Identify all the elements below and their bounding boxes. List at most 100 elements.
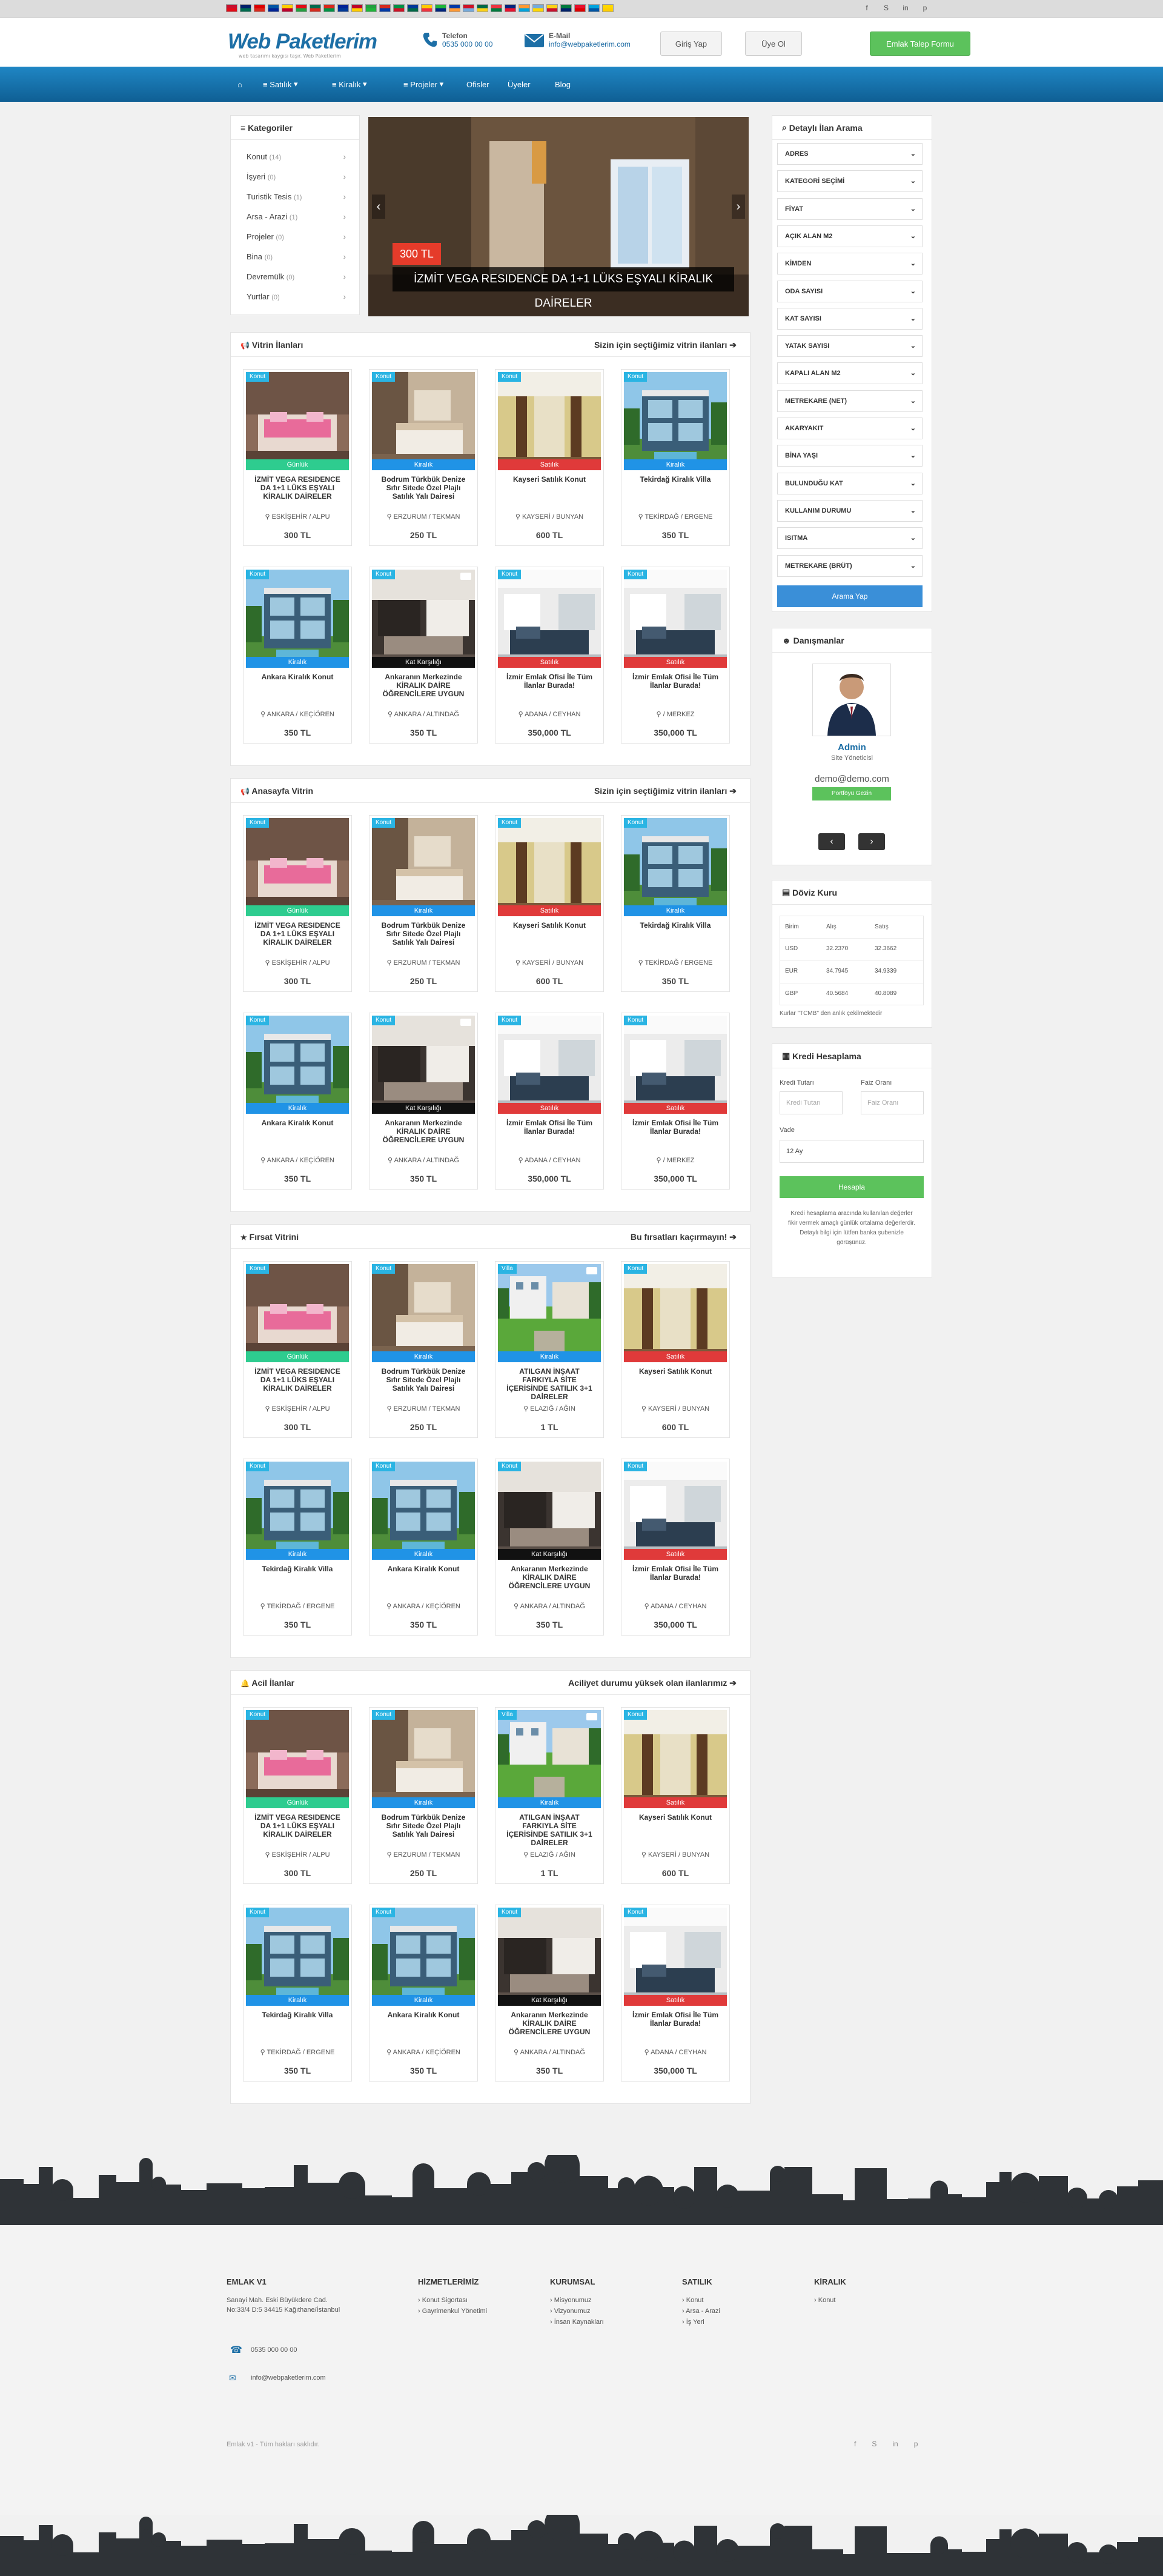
listing-photo[interactable] xyxy=(624,1908,727,2006)
listing-title[interactable]: Ankaranın Merkezinde KİRALIK DAİRE ÖĞREN… xyxy=(502,2011,597,2036)
listing-title[interactable]: Kayseri Satılık Konut xyxy=(628,1367,723,1376)
category-item[interactable]: Projeler (0) › xyxy=(247,232,346,241)
listing-title[interactable]: Kayseri Satılık Konut xyxy=(628,1813,723,1822)
footer-link[interactable]: › Konut xyxy=(814,2297,835,2304)
advisor-prev-icon[interactable]: ‹ xyxy=(818,833,845,850)
listing-photo[interactable] xyxy=(246,1264,349,1362)
listing-card[interactable]: Konut Satılık Kayseri Satılık Konut ⚲ KA… xyxy=(495,815,604,992)
listing-photo[interactable] xyxy=(624,372,727,470)
section-link[interactable]: Aciliyet durumu yüksek olan ilanlarımız … xyxy=(568,1678,737,1688)
term-select[interactable]: 12 Ay xyxy=(780,1140,924,1163)
listing-title[interactable]: Ankara Kiralık Konut xyxy=(250,673,345,681)
listing-title[interactable]: Ankaranın Merkezinde KİRALIK DAİRE ÖĞREN… xyxy=(502,1565,597,1590)
listing-title[interactable]: İzmir Emlak Ofisi İle Tüm İlanlar Burada… xyxy=(628,1119,723,1136)
listing-title[interactable]: İzmir Emlak Ofisi İle Tüm İlanlar Burada… xyxy=(502,1119,597,1136)
footer-pinterest-icon[interactable]: p xyxy=(914,2440,918,2448)
listing-card[interactable]: Konut Kiralık Tekirdağ Kiralık Villa ⚲ T… xyxy=(243,1459,352,1636)
search-filter-toggle[interactable]: KULLANIM DURUMU ⌄ xyxy=(777,499,923,522)
rate-input[interactable]: Faiz Oranı xyxy=(861,1091,924,1114)
listing-card[interactable]: Konut Satılık İzmir Emlak Ofisi İle Tüm … xyxy=(495,567,604,744)
footer-link[interactable]: › Gayrimenkul Yönetimi xyxy=(418,2308,487,2315)
listing-photo[interactable] xyxy=(498,570,601,668)
listing-title[interactable]: ATILGAN İNŞAAT FARKIYLA SİTE İÇERİSİNDE … xyxy=(502,1813,597,1847)
language-flag-icon[interactable] xyxy=(546,4,558,12)
listing-photo[interactable] xyxy=(246,1462,349,1560)
search-filter-toggle[interactable]: BİNA YAŞI ⌄ xyxy=(777,445,923,467)
footer-link[interactable]: › İnsan Kaynakları xyxy=(550,2318,604,2326)
language-flag-icon[interactable] xyxy=(435,4,446,12)
listing-card[interactable]: Konut Kiralık Bodrum Türkbük Denize Sıfı… xyxy=(369,815,478,992)
nav-uyeler[interactable]: Üyeler xyxy=(502,67,537,102)
nav-kiralik[interactable]: ≡ Kiralık ▾ xyxy=(326,67,373,102)
language-flag-icon[interactable] xyxy=(407,4,419,12)
listing-photo[interactable] xyxy=(372,1710,475,1808)
listing-title[interactable]: Ankaranın Merkezinde KİRALIK DAİRE ÖĞREN… xyxy=(376,1119,471,1144)
listing-title[interactable]: Tekirdağ Kiralık Villa xyxy=(628,475,723,484)
listing-card[interactable]: Konut Kat Karşılığı Ankaranın Merkezinde… xyxy=(369,1013,478,1190)
login-button[interactable]: Giriş Yap xyxy=(660,32,722,56)
footer-link[interactable]: › Konut Sigortası xyxy=(418,2297,468,2304)
listing-title[interactable]: Kayseri Satılık Konut xyxy=(502,921,597,930)
language-flag-icon[interactable] xyxy=(449,4,460,12)
listing-title[interactable]: Tekirdağ Kiralık Villa xyxy=(250,1565,345,1573)
listing-card[interactable]: Konut Satılık İzmir Emlak Ofisi İle Tüm … xyxy=(495,1013,604,1190)
search-filter-toggle[interactable]: BULUNDUĞU KAT ⌄ xyxy=(777,472,923,494)
footer-email[interactable]: info@webpaketlerim.com xyxy=(251,2374,326,2381)
listing-title[interactable]: İZMİT VEGA RESIDENCE DA 1+1 LÜKS EŞYALI … xyxy=(250,475,345,501)
listing-title[interactable]: Ankara Kiralık Konut xyxy=(250,1119,345,1127)
footer-link[interactable]: › Vizyonumuz xyxy=(550,2308,590,2315)
listing-card[interactable]: Villa Kiralık ATILGAN İNŞAAT FARKIYLA Sİ… xyxy=(495,1707,604,1884)
listing-card[interactable]: Konut Günlük İZMİT VEGA RESIDENCE DA 1+1… xyxy=(243,815,352,992)
listing-title[interactable]: İzmir Emlak Ofisi İle Tüm İlanlar Burada… xyxy=(628,1565,723,1582)
listing-photo[interactable] xyxy=(246,570,349,668)
listing-card[interactable]: Konut Satılık İzmir Emlak Ofisi İle Tüm … xyxy=(621,567,730,744)
search-filter-toggle[interactable]: ODA SAYISI ⌄ xyxy=(777,280,923,302)
language-flag-icon[interactable] xyxy=(351,4,363,12)
listing-card[interactable]: Villa Kiralık ATILGAN İNŞAAT FARKIYLA Sİ… xyxy=(495,1261,604,1438)
listing-card[interactable]: Konut Kiralık Tekirdağ Kiralık Villa ⚲ T… xyxy=(243,1905,352,2082)
pinterest-icon[interactable]: p xyxy=(919,4,930,12)
advisor-photo[interactable] xyxy=(812,664,891,736)
listing-photo[interactable] xyxy=(498,1462,601,1560)
language-flag-icon[interactable] xyxy=(421,4,432,12)
listing-title[interactable]: Kayseri Satılık Konut xyxy=(502,475,597,484)
category-item[interactable]: İşyeri (0) › xyxy=(247,172,346,181)
facebook-icon[interactable]: f xyxy=(861,4,872,12)
linkedin-icon[interactable]: in xyxy=(900,4,911,12)
listing-title[interactable]: Bodrum Türkbük Denize Sıfır Sitede Özel … xyxy=(376,475,471,501)
search-filter-toggle[interactable]: ISITMA ⌄ xyxy=(777,527,923,550)
listing-title[interactable]: İzmir Emlak Ofisi İle Tüm İlanlar Burada… xyxy=(502,673,597,690)
listing-title[interactable]: Bodrum Türkbük Denize Sıfır Sitede Özel … xyxy=(376,921,471,947)
advisor-portfolio-button[interactable]: Portföyü Gezin xyxy=(812,787,891,800)
slider-prev-icon[interactable]: ‹ xyxy=(372,195,385,219)
listing-title[interactable]: İZMİT VEGA RESIDENCE DA 1+1 LÜKS EŞYALI … xyxy=(250,1813,345,1839)
language-flag-icon[interactable] xyxy=(323,4,335,12)
listing-card[interactable]: Konut Kiralık Ankara Kiralık Konut ⚲ ANK… xyxy=(369,1459,478,1636)
language-flag-icon[interactable] xyxy=(268,4,279,12)
email-value[interactable]: info@webpaketlerim.com xyxy=(549,40,631,48)
listing-photo[interactable] xyxy=(246,372,349,470)
category-item[interactable]: Turistik Tesis (1) › xyxy=(247,192,346,201)
listing-card[interactable]: Konut Kiralık Tekirdağ Kiralık Villa ⚲ T… xyxy=(621,369,730,546)
listing-photo[interactable] xyxy=(498,1710,601,1808)
listing-photo[interactable] xyxy=(624,1462,727,1560)
listing-photo[interactable] xyxy=(372,1264,475,1362)
listing-photo[interactable] xyxy=(624,1016,727,1114)
language-flag-icon[interactable] xyxy=(226,4,237,12)
footer-link[interactable]: › İş Yeri xyxy=(682,2318,704,2326)
language-flag-icon[interactable] xyxy=(282,4,293,12)
category-item[interactable]: Arsa - Arazi (1) › xyxy=(247,212,346,221)
listing-card[interactable]: Konut Günlük İZMİT VEGA RESIDENCE DA 1+1… xyxy=(243,1261,352,1438)
footer-facebook-icon[interactable]: f xyxy=(854,2440,856,2448)
footer-skype-icon[interactable]: S xyxy=(872,2440,876,2448)
category-item[interactable]: Konut (14) › xyxy=(247,152,346,161)
language-flag-icon[interactable] xyxy=(296,4,307,12)
listing-card[interactable]: Konut Kiralık Bodrum Türkbük Denize Sıfı… xyxy=(369,369,478,546)
listing-card[interactable]: Konut Satılık Kayseri Satılık Konut ⚲ KA… xyxy=(621,1707,730,1884)
listing-card[interactable]: Konut Satılık İzmir Emlak Ofisi İle Tüm … xyxy=(621,1459,730,1636)
nav-projeler[interactable]: ≡ Projeler ▾ xyxy=(397,67,449,102)
listing-photo[interactable] xyxy=(372,372,475,470)
listing-title[interactable]: Bodrum Türkbük Denize Sıfır Sitede Özel … xyxy=(376,1367,471,1393)
home-icon[interactable]: ⌂ xyxy=(231,67,248,102)
search-filter-toggle[interactable]: KAT SAYISI ⌄ xyxy=(777,307,923,330)
